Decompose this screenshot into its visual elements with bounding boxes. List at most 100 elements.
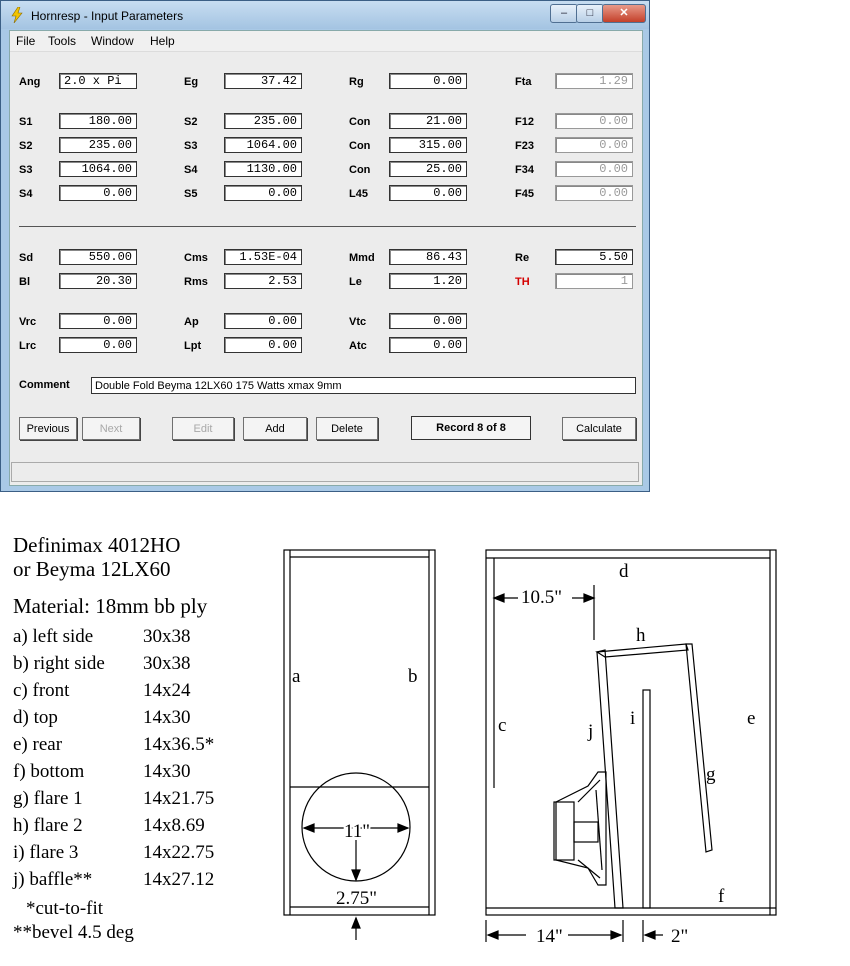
- field-s2[interactable]: 235.00: [59, 137, 137, 153]
- field-s1[interactable]: 180.00: [59, 113, 137, 129]
- label-i: i: [630, 708, 635, 729]
- label-s3-col2: S3: [184, 140, 198, 152]
- part-dimension: 14x24: [143, 680, 191, 701]
- status-bar: [11, 462, 639, 482]
- part-name: i) flare 3: [13, 842, 79, 863]
- lightning-app-icon: [11, 7, 23, 23]
- part-dimension: 14x30: [143, 761, 191, 782]
- field-f45: 0.00: [555, 185, 633, 201]
- field-s3[interactable]: 1064.00: [59, 161, 137, 177]
- field-con2[interactable]: 315.00: [389, 137, 467, 153]
- field-vrc[interactable]: 0.00: [59, 313, 137, 329]
- label-s4-col2: S4: [184, 164, 198, 176]
- field-vtc[interactable]: 0.00: [389, 313, 467, 329]
- field-con1[interactable]: 21.00: [389, 113, 467, 129]
- label-ang: Ang: [19, 76, 41, 88]
- label-con1: Con: [349, 116, 371, 128]
- field-s4-col2[interactable]: 1130.00: [224, 161, 302, 177]
- field-mmd[interactable]: 86.43: [389, 249, 467, 265]
- part-name: h) flare 2: [13, 815, 83, 836]
- add-button[interactable]: Add: [243, 417, 307, 440]
- edit-button[interactable]: Edit: [172, 417, 234, 440]
- part-name: d) top: [13, 707, 58, 728]
- label-vrc: Vrc: [19, 316, 37, 328]
- cut-to-fit-note: *cut-to-fit: [26, 898, 104, 919]
- label-mmd: Mmd: [349, 252, 375, 264]
- label-th: TH: [515, 276, 530, 288]
- flare-i: [642, 689, 651, 909]
- label-h: h: [636, 625, 646, 646]
- previous-button[interactable]: Previous: [19, 417, 77, 440]
- menu-help[interactable]: Help: [150, 34, 175, 48]
- offset-dimension-label: 2.75": [336, 888, 377, 909]
- menu-file[interactable]: File: [16, 34, 35, 48]
- label-s5: S5: [184, 188, 198, 200]
- field-l45[interactable]: 0.00: [389, 185, 467, 201]
- label-j: j: [587, 721, 593, 742]
- field-f12: 0.00: [555, 113, 633, 129]
- field-rms[interactable]: 2.53: [224, 273, 302, 289]
- label-c: c: [498, 715, 506, 736]
- delete-button[interactable]: Delete: [316, 417, 378, 440]
- next-button[interactable]: Next: [82, 417, 140, 440]
- label-s2: S2: [19, 140, 33, 152]
- part-dimension: 30x38: [143, 626, 191, 647]
- field-lrc[interactable]: 0.00: [59, 337, 137, 353]
- label-rg: Rg: [349, 76, 364, 88]
- minimize-button[interactable]: –: [550, 4, 578, 23]
- part-name: f) bottom: [13, 761, 85, 782]
- label-b: b: [408, 666, 418, 687]
- title-bar[interactable]: Hornresp - Input Parameters – □ ✕: [1, 1, 649, 29]
- label-s3: S3: [19, 164, 33, 176]
- field-fta: 1.29: [555, 73, 633, 89]
- label-g: g: [706, 764, 716, 785]
- driver-line-2: or Beyma 12LX60: [13, 557, 171, 581]
- bottom-dimension-label: 14": [536, 926, 563, 945]
- field-sd[interactable]: 550.00: [59, 249, 137, 265]
- label-f34: F34: [515, 164, 534, 176]
- label-le: Le: [349, 276, 362, 288]
- field-ap[interactable]: 0.00: [224, 313, 302, 329]
- field-s5[interactable]: 0.00: [224, 185, 302, 201]
- label-f45: F45: [515, 188, 534, 200]
- flare-g: [685, 643, 713, 853]
- label-s1: S1: [19, 116, 33, 128]
- material-line: Material: 18mm bb ply: [13, 594, 208, 618]
- part-dimension: 14x36.5*: [143, 734, 215, 755]
- field-con3[interactable]: 25.00: [389, 161, 467, 177]
- field-bl[interactable]: 20.30: [59, 273, 137, 289]
- field-lpt[interactable]: 0.00: [224, 337, 302, 353]
- part-dimension: 14x21.75: [143, 788, 215, 809]
- driver-line-1: Definimax 4012HO: [13, 533, 181, 557]
- field-eg[interactable]: 37.42: [224, 73, 302, 89]
- maximize-button[interactable]: □: [576, 4, 604, 23]
- label-l45: L45: [349, 188, 368, 200]
- field-cms[interactable]: 1.53E-04: [224, 249, 302, 265]
- label-comment: Comment: [19, 379, 70, 391]
- side-view-diagram: d 10.5" h i c j e g f 14" 2": [485, 549, 777, 945]
- field-s3-col2[interactable]: 1064.00: [224, 137, 302, 153]
- label-atc: Atc: [349, 340, 367, 352]
- field-atc[interactable]: 0.00: [389, 337, 467, 353]
- close-button[interactable]: ✕: [602, 4, 646, 23]
- label-con3: Con: [349, 164, 371, 176]
- field-rg[interactable]: 0.00: [389, 73, 467, 89]
- menu-window[interactable]: Window: [91, 34, 134, 48]
- top-dimension-label: 10.5": [521, 587, 562, 608]
- label-f12: F12: [515, 116, 534, 128]
- menu-tools[interactable]: Tools: [48, 34, 76, 48]
- label-bl: Bl: [19, 276, 30, 288]
- comment-field[interactable]: Double Fold Beyma 12LX60 175 Watts xmax …: [91, 377, 636, 394]
- label-s4: S4: [19, 188, 33, 200]
- field-s2-col2[interactable]: 235.00: [224, 113, 302, 129]
- field-s4[interactable]: 0.00: [59, 185, 137, 201]
- front-panel-outline: [283, 549, 436, 916]
- part-dimension: 14x22.75: [143, 842, 215, 863]
- label-fta: Fta: [515, 76, 532, 88]
- field-ang[interactable]: 2.0 x Pi: [59, 73, 137, 89]
- calculate-button[interactable]: Calculate: [562, 417, 636, 440]
- label-lrc: Lrc: [19, 340, 37, 352]
- record-indicator: Record 8 of 8: [411, 416, 531, 440]
- field-re[interactable]: 5.50: [555, 249, 633, 265]
- field-le[interactable]: 1.20: [389, 273, 467, 289]
